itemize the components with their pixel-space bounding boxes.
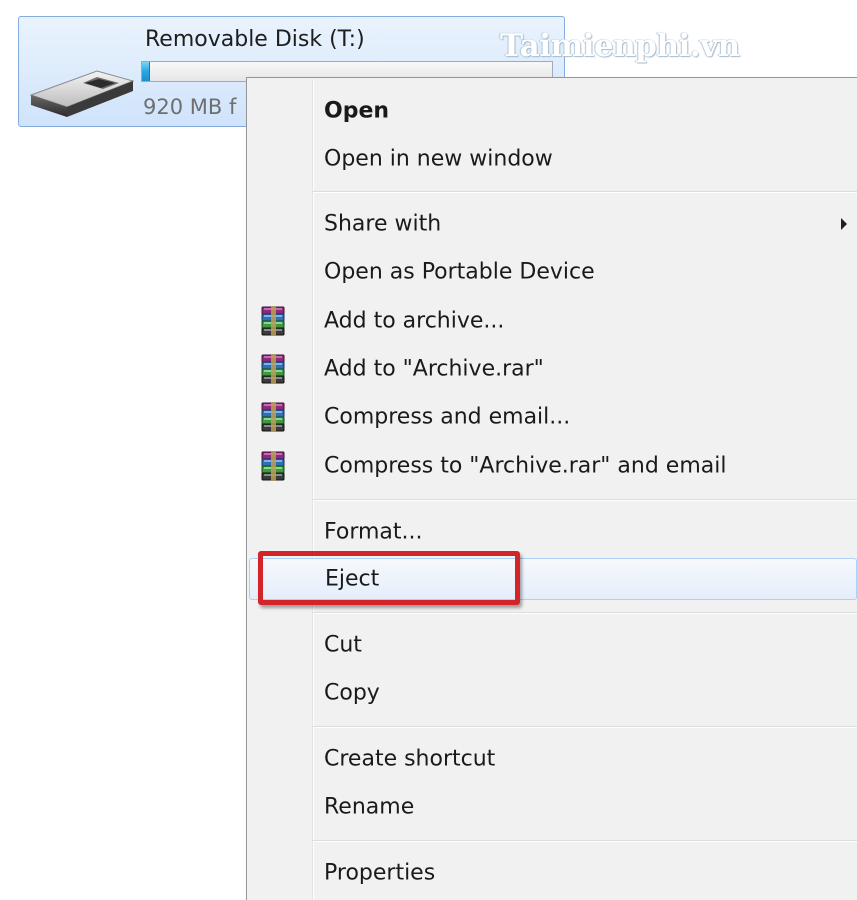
- winrar-icon: [261, 305, 285, 337]
- menu-item-label: Format...: [324, 519, 423, 545]
- menu-item-label: Open: [324, 98, 390, 124]
- menu-separator: [313, 191, 857, 193]
- menu-item-compress-to-archive-and-email[interactable]: Compress to "Archive.rar" and email: [249, 445, 857, 487]
- watermark: Taimienphi.vn: [500, 28, 740, 64]
- menu-item-label: Properties: [324, 860, 436, 886]
- capacity-fill: [142, 62, 151, 81]
- menu-item-label: Rename: [324, 794, 415, 820]
- menu-item-label: Open as Portable Device: [324, 259, 595, 285]
- menu-item-add-to-archive-rar[interactable]: Add to "Archive.rar": [249, 348, 857, 390]
- menu-item-label: Compress and email...: [324, 404, 571, 430]
- menu-separator: [313, 840, 857, 842]
- menu-item-open[interactable]: Open: [249, 90, 857, 132]
- menu-item-add-to-archive[interactable]: Add to archive...: [249, 300, 857, 342]
- menu-item-open-in-new-window[interactable]: Open in new window: [249, 138, 857, 180]
- menu-item-label: Compress to "Archive.rar" and email: [324, 453, 727, 479]
- winrar-icon: [261, 401, 285, 433]
- menu-item-rename[interactable]: Rename: [249, 786, 857, 828]
- winrar-icon: [261, 353, 285, 385]
- menu-item-label: Open in new window: [324, 146, 553, 172]
- menu-item-label: Share with: [324, 211, 442, 237]
- drive-name: Removable Disk (T:): [145, 27, 365, 52]
- menu-item-label: Add to archive...: [324, 308, 505, 334]
- context-menu: Open Open in new window Share with Open …: [246, 77, 857, 900]
- menu-item-cut[interactable]: Cut: [249, 624, 857, 666]
- menu-item-compress-and-email[interactable]: Compress and email...: [249, 396, 857, 438]
- menu-item-open-as-portable-device[interactable]: Open as Portable Device: [249, 251, 857, 293]
- menu-item-label: Cut: [324, 632, 362, 658]
- submenu-arrow-icon: [841, 218, 847, 230]
- explorer-view: Removable Disk (T:) 920 MB f Taimienphi.…: [0, 0, 857, 900]
- menu-separator: [313, 726, 857, 728]
- usb-drive-icon: [29, 70, 135, 117]
- menu-item-properties[interactable]: Properties: [249, 852, 857, 894]
- menu-item-format[interactable]: Format...: [249, 511, 857, 553]
- menu-item-create-shortcut[interactable]: Create shortcut: [249, 738, 857, 780]
- eject-highlight-box: [258, 551, 520, 605]
- menu-separator: [313, 499, 857, 501]
- menu-item-label: Create shortcut: [324, 746, 496, 772]
- menu-item-share-with[interactable]: Share with: [249, 203, 857, 245]
- menu-item-label: Add to "Archive.rar": [324, 356, 544, 382]
- menu-item-label: Copy: [324, 680, 380, 706]
- menu-item-copy[interactable]: Copy: [249, 672, 857, 714]
- drive-free-space: 920 MB f: [143, 95, 237, 119]
- winrar-icon: [261, 450, 285, 482]
- menu-separator: [313, 612, 857, 614]
